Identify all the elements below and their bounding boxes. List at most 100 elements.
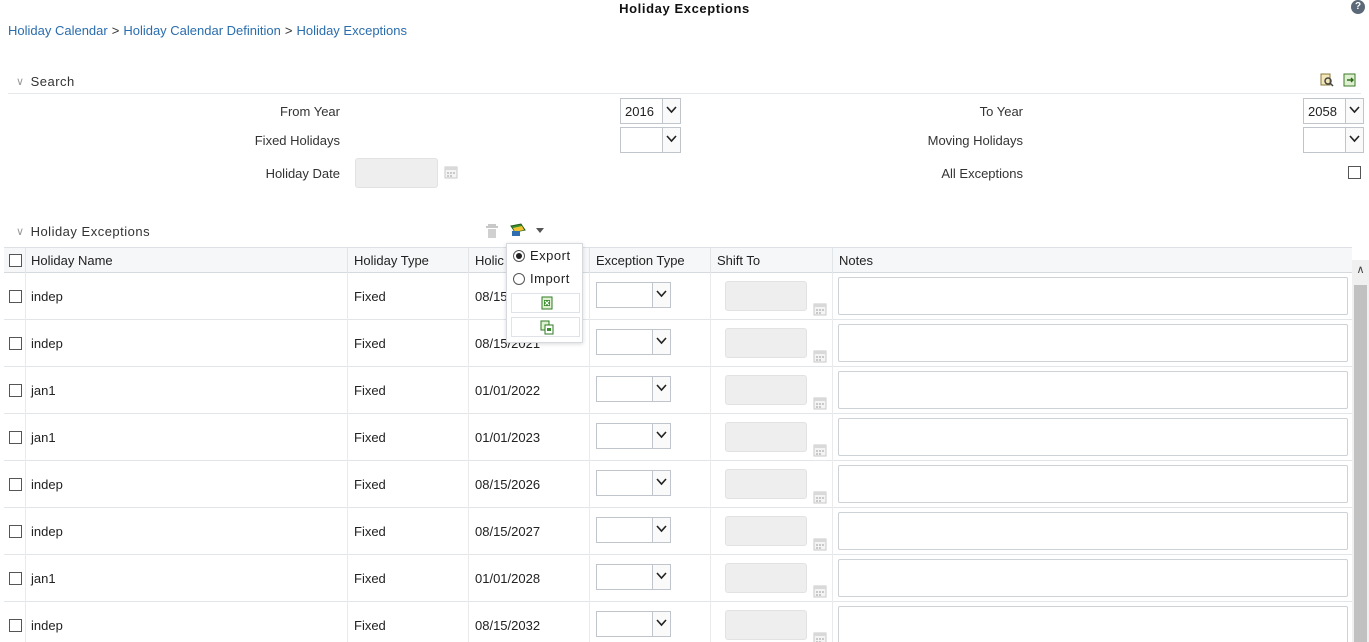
notes-input[interactable] bbox=[838, 324, 1348, 362]
from-year-label: From Year bbox=[280, 104, 340, 119]
shift-to-input[interactable] bbox=[725, 516, 807, 546]
exception-type-cell bbox=[590, 461, 711, 508]
chevron-down-icon[interactable] bbox=[652, 283, 670, 307]
notes-input[interactable] bbox=[838, 465, 1348, 503]
reset-icon[interactable] bbox=[1343, 73, 1357, 87]
shift-to-input[interactable] bbox=[725, 610, 807, 640]
exception-type-select[interactable] bbox=[596, 423, 671, 449]
all-exceptions-checkbox[interactable] bbox=[1348, 166, 1361, 179]
calendar-icon[interactable] bbox=[813, 288, 827, 316]
to-year-select[interactable]: 2058 bbox=[1303, 98, 1364, 124]
chevron-down-icon[interactable] bbox=[652, 330, 670, 354]
exception-type-select[interactable] bbox=[596, 564, 671, 590]
holiday-date-input[interactable] bbox=[355, 158, 438, 188]
row-checkbox[interactable] bbox=[9, 431, 22, 444]
row-checkbox[interactable] bbox=[9, 384, 22, 397]
calendar-icon[interactable] bbox=[813, 429, 827, 457]
chevron-down-icon[interactable] bbox=[662, 128, 680, 152]
shift-to-cell bbox=[711, 273, 833, 320]
exceptions-section-header[interactable]: ∨ Holiday Exceptions bbox=[16, 224, 150, 239]
chevron-down-icon[interactable] bbox=[662, 99, 680, 123]
fixed-holidays-select[interactable] bbox=[620, 127, 681, 153]
export-option-label[interactable]: Export bbox=[530, 248, 571, 263]
table-scrollbar[interactable]: ∧ bbox=[1352, 260, 1369, 642]
export-import-icon[interactable] bbox=[509, 222, 527, 236]
notes-input[interactable] bbox=[838, 512, 1348, 550]
holiday-date-cell: 08/15/2027 bbox=[469, 508, 590, 555]
shift-to-input[interactable] bbox=[725, 328, 807, 358]
copy-file-button[interactable] bbox=[511, 317, 580, 337]
dropdown-arrow-icon[interactable] bbox=[534, 224, 548, 238]
row-checkbox[interactable] bbox=[9, 572, 22, 585]
chevron-up-icon[interactable]: ∧ bbox=[1354, 263, 1367, 277]
notes-input[interactable] bbox=[838, 418, 1348, 456]
search-icon[interactable] bbox=[1320, 73, 1334, 87]
notes-input[interactable] bbox=[838, 559, 1348, 597]
exception-type-cell bbox=[590, 320, 711, 367]
chevron-down-icon[interactable] bbox=[1345, 99, 1363, 123]
chevron-down-icon: ∨ bbox=[16, 76, 25, 88]
exception-type-select[interactable] bbox=[596, 329, 671, 355]
shift-to-input[interactable] bbox=[725, 469, 807, 499]
column-notes[interactable]: Notes bbox=[833, 248, 1352, 274]
import-option-label[interactable]: Import bbox=[530, 271, 570, 286]
import-radio[interactable] bbox=[513, 273, 525, 285]
chevron-down-icon[interactable] bbox=[652, 424, 670, 448]
shift-to-input[interactable] bbox=[725, 281, 807, 311]
row-checkbox[interactable] bbox=[9, 478, 22, 491]
calendar-icon[interactable] bbox=[813, 617, 827, 642]
holiday-name-cell: jan1 bbox=[26, 367, 348, 414]
breadcrumb-holiday-exceptions[interactable]: Holiday Exceptions bbox=[296, 23, 407, 38]
chevron-down-icon[interactable] bbox=[652, 377, 670, 401]
calendar-icon[interactable] bbox=[813, 523, 827, 551]
calendar-icon[interactable] bbox=[813, 382, 827, 410]
exception-type-select[interactable] bbox=[596, 282, 671, 308]
scrollbar-thumb[interactable] bbox=[1354, 285, 1367, 642]
holiday-name-cell: indep bbox=[26, 602, 348, 642]
row-select-cell bbox=[4, 508, 26, 555]
exception-type-select[interactable] bbox=[596, 376, 671, 402]
row-checkbox[interactable] bbox=[9, 619, 22, 632]
holiday-name-cell: indep bbox=[26, 461, 348, 508]
chevron-down-icon[interactable] bbox=[652, 565, 670, 589]
delete-icon[interactable] bbox=[485, 223, 499, 238]
column-exception-type[interactable]: Exception Type bbox=[590, 248, 711, 274]
help-icon[interactable]: ? bbox=[1351, 0, 1365, 14]
exception-type-cell bbox=[590, 273, 711, 320]
row-checkbox[interactable] bbox=[9, 337, 22, 350]
search-section-header[interactable]: ∨ Search bbox=[16, 74, 75, 89]
shift-to-cell bbox=[711, 602, 833, 642]
notes-input[interactable] bbox=[838, 277, 1348, 315]
row-checkbox[interactable] bbox=[9, 525, 22, 538]
chevron-down-icon[interactable] bbox=[1345, 128, 1363, 152]
column-holiday-name[interactable]: Holiday Name bbox=[26, 248, 348, 274]
calendar-icon[interactable] bbox=[813, 570, 827, 598]
select-all-checkbox[interactable] bbox=[9, 254, 22, 267]
breadcrumb-holiday-calendar[interactable]: Holiday Calendar bbox=[8, 23, 108, 38]
from-year-select[interactable]: 2016 bbox=[620, 98, 681, 124]
export-radio[interactable] bbox=[513, 250, 525, 262]
notes-input[interactable] bbox=[838, 371, 1348, 409]
row-checkbox[interactable] bbox=[9, 290, 22, 303]
notes-input[interactable] bbox=[838, 606, 1348, 642]
chevron-down-icon[interactable] bbox=[652, 471, 670, 495]
holiday-name-cell: jan1 bbox=[26, 414, 348, 461]
holiday-type-cell: Fixed bbox=[348, 367, 469, 414]
calendar-icon[interactable] bbox=[813, 335, 827, 363]
column-shift-to[interactable]: Shift To bbox=[711, 248, 833, 274]
moving-holidays-select[interactable] bbox=[1303, 127, 1364, 153]
exception-type-select[interactable] bbox=[596, 611, 671, 637]
chevron-down-icon[interactable] bbox=[652, 518, 670, 542]
exception-type-select[interactable] bbox=[596, 517, 671, 543]
excel-export-button[interactable] bbox=[511, 293, 580, 313]
calendar-icon[interactable] bbox=[813, 476, 827, 504]
column-holiday-type[interactable]: Holiday Type bbox=[348, 248, 469, 274]
exception-type-select[interactable] bbox=[596, 470, 671, 496]
shift-to-input[interactable] bbox=[725, 375, 807, 405]
shift-to-input[interactable] bbox=[725, 422, 807, 452]
chevron-down-icon[interactable] bbox=[652, 612, 670, 636]
breadcrumb-holiday-calendar-definition[interactable]: Holiday Calendar Definition bbox=[123, 23, 281, 38]
calendar-icon[interactable] bbox=[444, 165, 458, 179]
shift-to-input[interactable] bbox=[725, 563, 807, 593]
excel-export-icon bbox=[541, 296, 553, 310]
